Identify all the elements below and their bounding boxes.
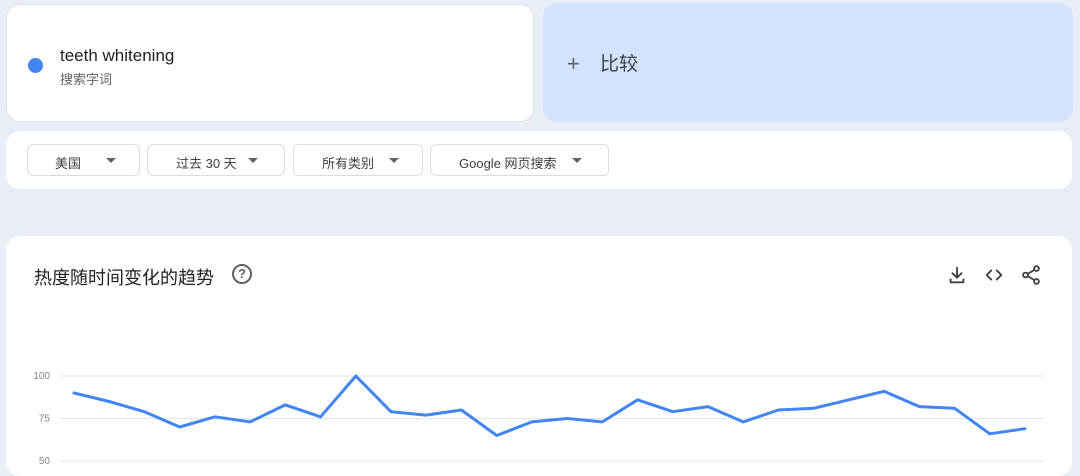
compare-label: 比较 [600,54,639,75]
series-line[interactable] [72,374,1027,437]
chevron-down-icon [389,158,399,163]
y-tick-label: 50 [39,456,51,467]
search-type-dropdown-label: Google 网页搜索 [459,156,557,171]
compare-button[interactable]: + 比较 [543,3,1073,122]
search-term-name[interactable]: teeth whitening [60,46,174,66]
y-tick-label: 100 [33,371,50,382]
time-range-dropdown-label: 过去 30 天 [176,156,237,171]
search-term-card[interactable]: teeth whitening 搜索字词 [6,4,534,122]
region-dropdown[interactable]: 美国 [27,144,140,176]
plus-icon: + [567,51,580,76]
trend-line-chart: 100 75 50 [33,371,1044,467]
time-range-dropdown[interactable]: 过去 30 天 [147,144,285,176]
y-tick-label: 75 [39,414,51,425]
chevron-down-icon [572,158,582,163]
region-dropdown-label: 美国 [55,156,82,171]
search-type-dropdown[interactable]: Google 网页搜索 [430,144,609,176]
search-term-type: 搜索字词 [60,72,113,87]
category-dropdown[interactable]: 所有类别 [293,144,423,176]
chevron-down-icon [248,158,258,163]
interest-over-time-card: 热度随时间变化的趋势 ? 100 75 50 [6,236,1072,476]
filter-bar: 美国 过去 30 天 所有类别 Google 网页搜索 [6,131,1072,189]
chevron-down-icon [106,158,116,163]
category-dropdown-label: 所有类别 [322,156,375,171]
series-color-dot [28,58,43,73]
